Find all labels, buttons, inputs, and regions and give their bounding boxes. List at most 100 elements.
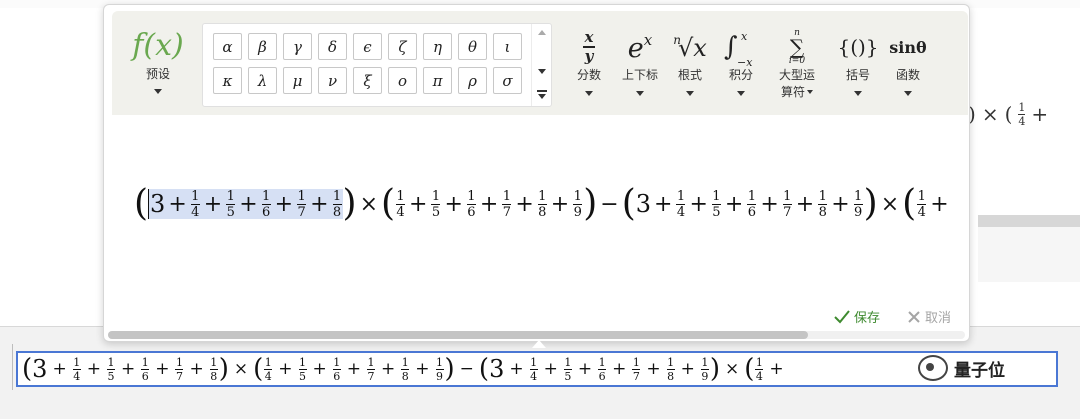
plus-operator: + (278, 359, 293, 379)
plus-operator: + (86, 359, 101, 379)
fraction: 14 (396, 188, 406, 219)
radical-icon: n√x (673, 32, 707, 62)
symbol-palette-scroller[interactable] (531, 24, 551, 106)
right-paren: ) (863, 183, 878, 224)
summation-icon: n ∑ i=0 (788, 28, 806, 66)
plus-operator: + (509, 359, 524, 379)
fraction-denominator: 9 (701, 369, 709, 383)
symbol-key[interactable]: δ (318, 33, 347, 60)
fraction-denominator: 5 (431, 204, 441, 220)
symbol-key[interactable]: ϵ (353, 33, 382, 60)
fraction: 19 (700, 357, 709, 383)
scrollbar-thumb[interactable] (108, 331, 808, 339)
fraction-denominator: 5 (712, 204, 721, 220)
fraction-numerator: 1 (431, 188, 441, 204)
symbol-key[interactable]: κ (213, 67, 242, 94)
symbol-key[interactable]: μ (283, 67, 312, 94)
scroll-up-icon[interactable] (537, 30, 546, 35)
fraction: 17 (502, 190, 512, 219)
fraction-numerator: 1 (333, 355, 341, 369)
fraction: 15 (711, 190, 721, 220)
integral-icon: ∫ x −x (724, 30, 753, 69)
plus-operator: + (409, 191, 428, 217)
cancel-label: 取消 (925, 311, 952, 326)
fraction-button[interactable]: xy 分数 (568, 27, 610, 111)
preset-button[interactable]: f(x) 预设 (130, 29, 186, 109)
bracket-icon: {()} (837, 35, 879, 59)
bracket-button[interactable]: {()} 括号 (836, 27, 880, 111)
plus-operator: + (515, 191, 534, 217)
fraction: 15 (431, 188, 441, 220)
horizontal-scrollbar[interactable] (108, 331, 965, 339)
radical-button[interactable]: n√x 根式 (668, 27, 712, 111)
right-paren: ) (583, 183, 598, 224)
fraction-numerator: 1 (191, 188, 200, 204)
fraction-numerator: 1 (818, 188, 827, 204)
fraction-icon: xy (583, 28, 595, 65)
fraction-numerator: 1 (917, 188, 926, 204)
formula-editor-dialog: f(x) 预设 αβγδϵζηθι κλμνξοπρσ xy 分数 ex 上下标 (103, 4, 970, 342)
plus-operator: + (346, 359, 361, 379)
fraction: 19 (573, 190, 583, 219)
right-paren: ) (709, 354, 720, 384)
fraction-denominator: 5 (564, 369, 572, 383)
save-label: 保存 (854, 311, 881, 326)
fraction: 14 (755, 357, 764, 382)
fraction-numerator: 1 (564, 355, 572, 369)
symbol-key[interactable]: ζ (388, 33, 417, 60)
symbol-key[interactable]: ρ (458, 67, 487, 94)
fraction: 17 (175, 357, 184, 382)
formula-expression[interactable]: (3 +1 4 +1 5 +1 6 +1 7 +1 8) ×(1 4 +1 5 +1 6 +1 7 +1 8 +1 9) −(… (134, 184, 952, 224)
symbol-key[interactable]: η (423, 33, 452, 60)
scroll-down-icon[interactable] (537, 69, 546, 74)
chevron-down-icon (854, 91, 862, 96)
symbol-key[interactable]: α (213, 33, 242, 60)
fraction: 18 (818, 188, 828, 219)
symbol-key[interactable]: π (423, 67, 452, 94)
inline-formula-box[interactable]: (3 +1 4 +1 5 +1 6 +1 7 +1 8) ×(1 4 +1 5 +1 6 +1 7 +1 8 +1 9) −(… (16, 351, 1058, 387)
wechat-icon (918, 355, 948, 381)
large-operator-button[interactable]: n ∑ i=0 大型运算符 (768, 27, 826, 111)
cancel-button[interactable]: 取消 (907, 307, 951, 326)
fraction: 18 (209, 357, 218, 383)
fraction-denominator: 5 (107, 369, 115, 383)
plus-operator: + (831, 191, 850, 217)
fraction-denominator: 8 (332, 204, 342, 220)
fraction-denominator: 6 (333, 369, 341, 383)
fraction-denominator: 6 (747, 204, 756, 220)
symbol-key[interactable]: σ (493, 67, 522, 94)
formula-edit-area[interactable]: (3 +1 4 +1 5 +1 6 +1 7 +1 8) ×(1 4 +1 5 +1 6 +1 7 +1 8 +1 9) −(… (134, 181, 969, 227)
line-marker (12, 344, 13, 390)
preset-fx-icon: f(x) (132, 28, 184, 63)
fraction-numerator: 1 (598, 355, 606, 369)
symbol-key[interactable]: β (248, 33, 277, 60)
symbol-key[interactable]: ο (388, 67, 417, 94)
fraction-denominator: 7 (297, 204, 306, 220)
fraction-numerator: 1 (396, 188, 405, 204)
left-paren: ( (381, 183, 396, 224)
fraction-denominator: 8 (538, 204, 547, 220)
symbol-key[interactable]: ι (493, 33, 522, 60)
symbol-key[interactable]: γ (283, 33, 312, 60)
script-button[interactable]: ex 上下标 (614, 27, 666, 111)
plus-operator: + (769, 359, 784, 379)
fraction-numerator: 1 (107, 355, 115, 369)
symbol-key[interactable]: θ (458, 33, 487, 60)
fraction: 19 (853, 190, 863, 219)
left-paren: ( (744, 354, 755, 384)
fraction-denominator: 8 (210, 369, 218, 383)
plus-operator: + (760, 191, 779, 217)
fraction: 16 (466, 190, 476, 219)
save-button[interactable]: 保存 (834, 307, 880, 326)
fraction: 18 (666, 357, 675, 382)
fraction: 15 (298, 357, 307, 382)
symbol-key[interactable]: ξ (353, 67, 382, 94)
symbol-key[interactable]: ν (318, 67, 347, 94)
symbol-key[interactable]: λ (248, 67, 277, 94)
integral-button[interactable]: ∫ x −x 积分 (720, 27, 762, 111)
fraction-denominator: 7 (367, 369, 375, 383)
fraction: 19 (435, 357, 444, 382)
fraction-denominator: 4 (917, 204, 926, 220)
expand-palette-icon[interactable] (536, 90, 547, 100)
function-button[interactable]: sinθ 函数 (886, 27, 930, 111)
